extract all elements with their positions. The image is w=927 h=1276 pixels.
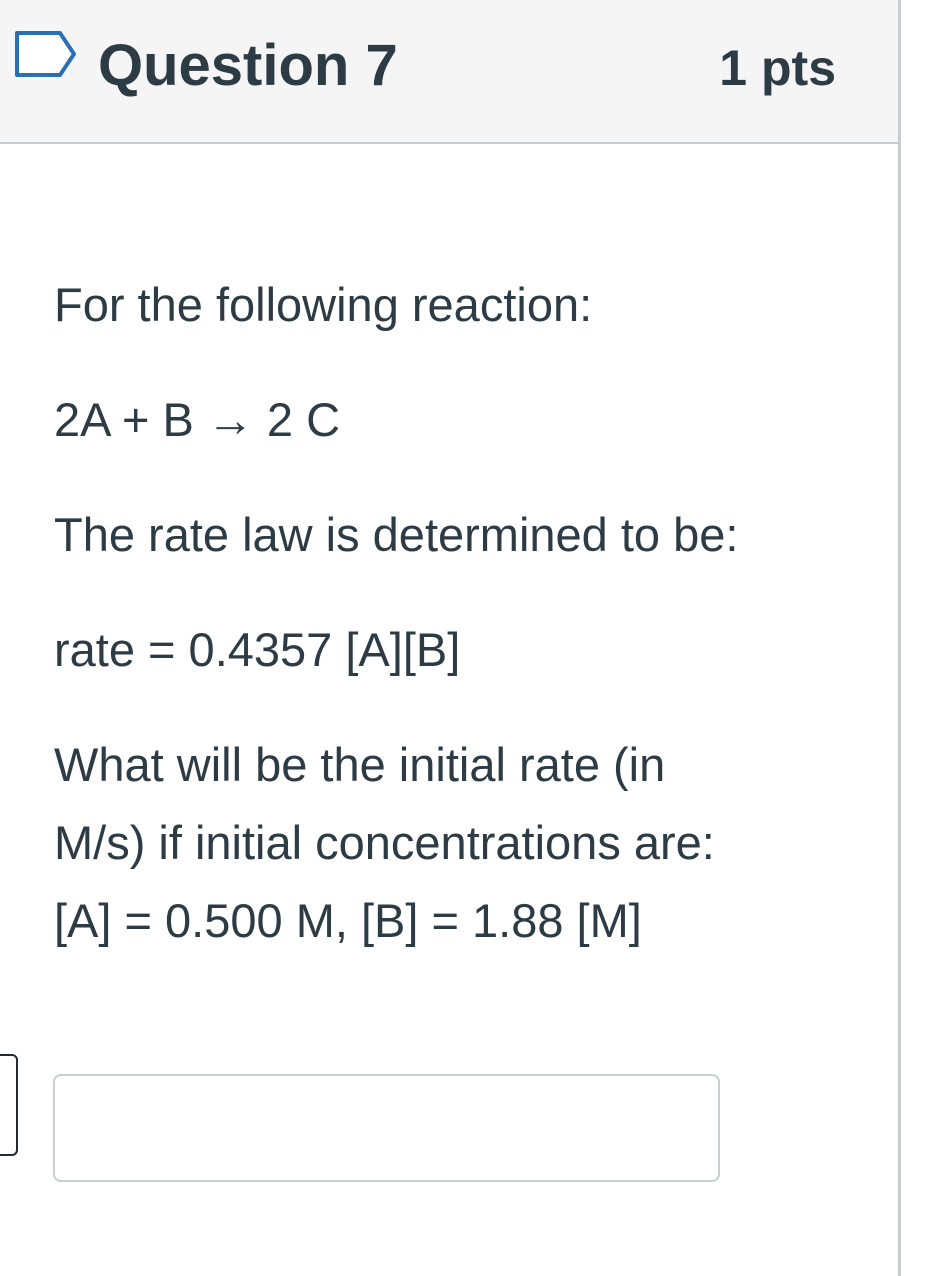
side-marker [0, 1054, 18, 1156]
question-panel: Question 7 1 pts For the following react… [0, 0, 901, 1276]
flag-question-icon[interactable] [14, 30, 78, 78]
question-header: Question 7 1 pts [0, 0, 898, 144]
question-line-prompt-2: M/s) if initial concentrations are: [54, 816, 715, 869]
question-line-prompt-1: What will be the initial rate (in [54, 738, 666, 791]
question-line-concentrations: [A] = 0.500 M, [B] = 1.88 [M] [54, 894, 642, 947]
answer-input[interactable] [53, 1074, 720, 1182]
question-line-rate-law: rate = 0.4357 [A][B] [54, 623, 461, 676]
question-line-rate-law-intro: The rate law is determined to be: [54, 508, 739, 561]
question-line-reaction-equation: 2A + B → 2 C [54, 393, 341, 446]
question-points: 1 pts [719, 40, 836, 96]
question-line-reaction-intro: For the following reaction: [54, 278, 593, 331]
question-title: Question 7 [98, 33, 398, 98]
